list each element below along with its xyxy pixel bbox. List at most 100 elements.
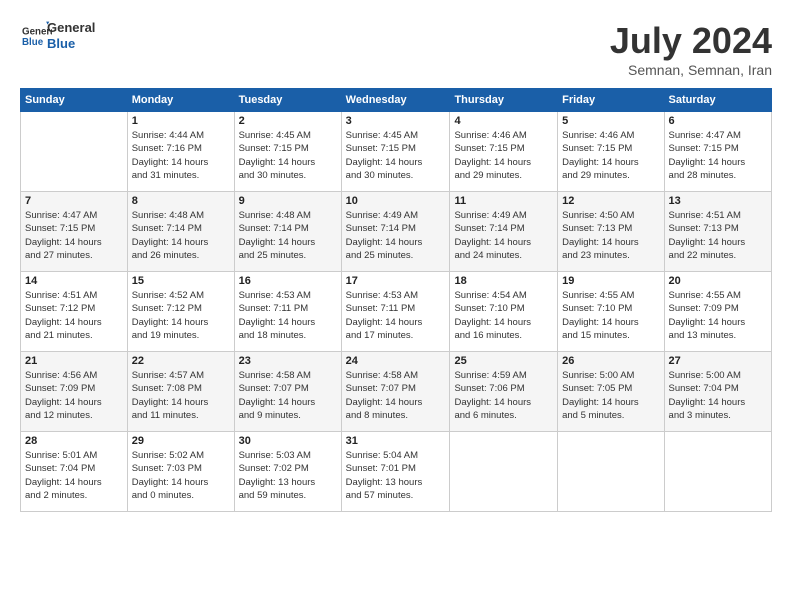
- day-number: 24: [346, 355, 446, 367]
- day-info: Sunrise: 4:48 AM Sunset: 7:14 PM Dayligh…: [239, 209, 337, 262]
- day-number: 3: [346, 115, 446, 127]
- calendar-cell: 31Sunrise: 5:04 AM Sunset: 7:01 PM Dayli…: [341, 432, 450, 512]
- calendar-header-tuesday: Tuesday: [234, 89, 341, 112]
- calendar-cell: 15 Sunrise: 4:52 AM Sunset: 7:12 PM Dayli…: [127, 272, 234, 352]
- calendar-cell: 21 Sunrise: 4:56 AM Sunset: 7:09 PM Dayli…: [21, 352, 128, 432]
- calendar-cell: 12 Sunrise: 4:50 AM Sunset: 7:13 PM Dayli…: [558, 192, 664, 272]
- day-number: 6: [669, 115, 767, 127]
- calendar-cell: 24 Sunrise: 4:58 AM Sunset: 7:07 PM Dayli…: [341, 352, 450, 432]
- day-info: Sunrise: 4:57 AM Sunset: 7:08 PM Dayligh…: [132, 369, 230, 422]
- day-number: 2: [239, 115, 337, 127]
- day-info: Sunrise: 4:49 AM Sunset: 7:14 PM Dayligh…: [454, 209, 553, 262]
- day-info: Sunrise: 4:55 AM Sunset: 7:09 PM Dayligh…: [669, 289, 767, 342]
- calendar-cell: 3 Sunrise: 4:45 AM Sunset: 7:15 PM Daylig…: [341, 112, 450, 192]
- day-info: Sunrise: 4:45 AM Sunset: 7:15 PM Dayligh…: [346, 129, 446, 182]
- calendar-cell: 14 Sunrise: 4:51 AM Sunset: 7:12 PM Dayli…: [21, 272, 128, 352]
- calendar-cell: 17Sunrise: 4:53 AM Sunset: 7:11 PM Dayli…: [341, 272, 450, 352]
- day-number: 30: [239, 435, 337, 447]
- calendar-week-row: 28Sunrise: 5:01 AM Sunset: 7:04 PM Dayli…: [21, 432, 772, 512]
- day-info: Sunrise: 4:51 AM Sunset: 7:12 PM Dayligh…: [25, 289, 123, 342]
- page-header: General Blue General Blue July 2024 Semn…: [20, 20, 772, 78]
- calendar-header-wednesday: Wednesday: [341, 89, 450, 112]
- day-number: 14: [25, 275, 123, 287]
- day-info: Sunrise: 4:52 AM Sunset: 7:12 PM Dayligh…: [132, 289, 230, 342]
- calendar-week-row: 14 Sunrise: 4:51 AM Sunset: 7:12 PM Dayli…: [21, 272, 772, 352]
- title-block: July 2024 Semnan, Semnan, Iran: [610, 20, 772, 78]
- month-title: July 2024: [610, 20, 772, 62]
- day-number: 22: [132, 355, 230, 367]
- day-info: Sunrise: 5:03 AM Sunset: 7:02 PM Dayligh…: [239, 449, 337, 502]
- day-info: Sunrise: 4:56 AM Sunset: 7:09 PM Dayligh…: [25, 369, 123, 422]
- calendar-cell: 11 Sunrise: 4:49 AM Sunset: 7:14 PM Dayli…: [450, 192, 558, 272]
- day-number: 15: [132, 275, 230, 287]
- day-info: Sunrise: 4:58 AM Sunset: 7:07 PM Dayligh…: [346, 369, 446, 422]
- calendar-header-thursday: Thursday: [450, 89, 558, 112]
- calendar-cell: 7Sunrise: 4:47 AM Sunset: 7:15 PM Daylig…: [21, 192, 128, 272]
- day-number: 27: [669, 355, 767, 367]
- calendar-cell: 19Sunrise: 4:55 AM Sunset: 7:10 PM Dayli…: [558, 272, 664, 352]
- calendar-cell: 10Sunrise: 4:49 AM Sunset: 7:14 PM Dayli…: [341, 192, 450, 272]
- day-info: Sunrise: 4:53 AM Sunset: 7:11 PM Dayligh…: [239, 289, 337, 342]
- day-number: 19: [562, 275, 659, 287]
- calendar-week-row: 7Sunrise: 4:47 AM Sunset: 7:15 PM Daylig…: [21, 192, 772, 272]
- day-info: Sunrise: 4:48 AM Sunset: 7:14 PM Dayligh…: [132, 209, 230, 262]
- calendar-header-monday: Monday: [127, 89, 234, 112]
- day-number: 9: [239, 195, 337, 207]
- day-number: 8: [132, 195, 230, 207]
- calendar-cell: 26Sunrise: 5:00 AM Sunset: 7:05 PM Dayli…: [558, 352, 664, 432]
- calendar-cell: 5 Sunrise: 4:46 AM Sunset: 7:15 PM Daylig…: [558, 112, 664, 192]
- calendar-header-saturday: Saturday: [664, 89, 771, 112]
- calendar-cell: 27Sunrise: 5:00 AM Sunset: 7:04 PM Dayli…: [664, 352, 771, 432]
- day-info: Sunrise: 4:44 AM Sunset: 7:16 PM Dayligh…: [132, 129, 230, 182]
- calendar-header-row: SundayMondayTuesdayWednesdayThursdayFrid…: [21, 89, 772, 112]
- location: Semnan, Semnan, Iran: [610, 62, 772, 78]
- calendar-cell: 22 Sunrise: 4:57 AM Sunset: 7:08 PM Dayli…: [127, 352, 234, 432]
- logo-general: General: [47, 20, 95, 36]
- calendar-week-row: 21 Sunrise: 4:56 AM Sunset: 7:09 PM Dayli…: [21, 352, 772, 432]
- day-number: 4: [454, 115, 553, 127]
- calendar-cell: 25Sunrise: 4:59 AM Sunset: 7:06 PM Dayli…: [450, 352, 558, 432]
- calendar-cell: 23 Sunrise: 4:58 AM Sunset: 7:07 PM Dayli…: [234, 352, 341, 432]
- calendar-cell: 29Sunrise: 5:02 AM Sunset: 7:03 PM Dayli…: [127, 432, 234, 512]
- day-info: Sunrise: 4:47 AM Sunset: 7:15 PM Dayligh…: [25, 209, 123, 262]
- day-number: 1: [132, 115, 230, 127]
- day-info: Sunrise: 4:45 AM Sunset: 7:15 PM Dayligh…: [239, 129, 337, 182]
- day-info: Sunrise: 4:50 AM Sunset: 7:13 PM Dayligh…: [562, 209, 659, 262]
- day-number: 17: [346, 275, 446, 287]
- day-number: 21: [25, 355, 123, 367]
- calendar-cell: 2 Sunrise: 4:45 AM Sunset: 7:15 PM Daylig…: [234, 112, 341, 192]
- day-info: Sunrise: 4:47 AM Sunset: 7:15 PM Dayligh…: [669, 129, 767, 182]
- calendar-cell: [450, 432, 558, 512]
- day-number: 12: [562, 195, 659, 207]
- calendar-table: SundayMondayTuesdayWednesdayThursdayFrid…: [20, 88, 772, 512]
- day-info: Sunrise: 4:58 AM Sunset: 7:07 PM Dayligh…: [239, 369, 337, 422]
- day-info: Sunrise: 4:54 AM Sunset: 7:10 PM Dayligh…: [454, 289, 553, 342]
- day-number: 11: [454, 195, 553, 207]
- calendar-cell: 28Sunrise: 5:01 AM Sunset: 7:04 PM Dayli…: [21, 432, 128, 512]
- calendar-cell: 20 Sunrise: 4:55 AM Sunset: 7:09 PM Dayli…: [664, 272, 771, 352]
- day-number: 5: [562, 115, 659, 127]
- calendar-cell: 6 Sunrise: 4:47 AM Sunset: 7:15 PM Daylig…: [664, 112, 771, 192]
- calendar-week-row: 1 Sunrise: 4:44 AM Sunset: 7:16 PM Daylig…: [21, 112, 772, 192]
- calendar-cell: 18Sunrise: 4:54 AM Sunset: 7:10 PM Dayli…: [450, 272, 558, 352]
- day-info: Sunrise: 4:46 AM Sunset: 7:15 PM Dayligh…: [454, 129, 553, 182]
- day-number: 20: [669, 275, 767, 287]
- calendar-cell: 30 Sunrise: 5:03 AM Sunset: 7:02 PM Dayli…: [234, 432, 341, 512]
- calendar-cell: 8 Sunrise: 4:48 AM Sunset: 7:14 PM Daylig…: [127, 192, 234, 272]
- day-number: 29: [132, 435, 230, 447]
- day-number: 23: [239, 355, 337, 367]
- day-info: Sunrise: 4:46 AM Sunset: 7:15 PM Dayligh…: [562, 129, 659, 182]
- calendar-header-friday: Friday: [558, 89, 664, 112]
- day-number: 28: [25, 435, 123, 447]
- calendar-cell: 4 Sunrise: 4:46 AM Sunset: 7:15 PM Daylig…: [450, 112, 558, 192]
- day-number: 13: [669, 195, 767, 207]
- day-info: Sunrise: 5:04 AM Sunset: 7:01 PM Dayligh…: [346, 449, 446, 502]
- day-number: 10: [346, 195, 446, 207]
- calendar-cell: 13Sunrise: 4:51 AM Sunset: 7:13 PM Dayli…: [664, 192, 771, 272]
- calendar-cell: 1 Sunrise: 4:44 AM Sunset: 7:16 PM Daylig…: [127, 112, 234, 192]
- day-number: 16: [239, 275, 337, 287]
- calendar-cell: [21, 112, 128, 192]
- logo-blue: Blue: [47, 36, 95, 52]
- calendar-cell: [664, 432, 771, 512]
- calendar-cell: [558, 432, 664, 512]
